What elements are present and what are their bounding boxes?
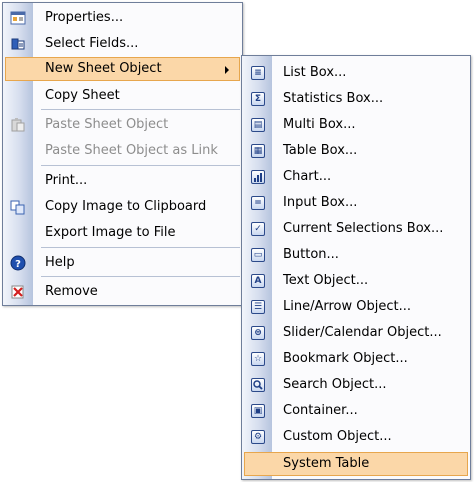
menu-item-new-sheet-object[interactable]: New Sheet Object [5,57,240,81]
menu-item-label: Properties... [45,10,124,25]
submenu-item-custom-object[interactable]: ⚙ Custom Object... [242,425,470,449]
menu-item-paste-sheet-object-as-link[interactable]: Paste Sheet Object as Link [3,139,242,163]
select-fields-icon [10,36,26,52]
menu-item-print[interactable]: Print... [3,169,242,193]
statistics-box-icon: Σ [251,92,265,106]
remove-icon [10,284,26,300]
menu-item-help[interactable]: ? Help [3,251,242,275]
menu-item-copy-image[interactable]: Copy Image to Clipboard [3,195,242,219]
copy-icon [10,199,26,215]
bookmark-star-icon: ☆ [251,352,265,366]
menu-item-label: Custom Object... [283,429,392,444]
submenu-item-slider-calendar-object[interactable]: ⊜ Slider/Calendar Object... [242,321,470,345]
slider-calendar-icon: ⊜ [251,326,265,340]
menu-item-label: Export Image to File [45,225,176,240]
submenu-item-input-box[interactable]: = Input Box... [242,191,470,215]
submenu-item-multi-box[interactable]: ▤ Multi Box... [242,113,470,137]
menu-item-label: Print... [45,173,88,188]
submenu-item-chart[interactable]: Chart... [242,165,470,189]
submenu-item-line-arrow-object[interactable]: ☰ Line/Arrow Object... [242,295,470,319]
input-box-icon: = [251,196,265,210]
menu-item-label: Select Fields... [45,36,139,51]
help-icon: ? [10,255,26,271]
menu-item-label: Current Selections Box... [283,221,444,236]
menu-item-export-image[interactable]: Export Image to File [3,221,242,245]
submenu-item-system-table[interactable]: System Table [244,452,468,476]
list-box-icon: ≡ [251,66,265,80]
menu-item-label: New Sheet Object [45,61,162,76]
submenu-item-statistics-box[interactable]: Σ Statistics Box... [242,87,470,111]
menu-separator [41,276,240,277]
menu-item-label: Copy Image to Clipboard [45,199,207,214]
current-selections-icon: ✓ [251,222,265,236]
menu-item-paste-sheet-object[interactable]: Paste Sheet Object [3,113,242,137]
menu-item-label: Copy Sheet [45,88,120,103]
submenu-item-list-box[interactable]: ≡ List Box... [242,61,470,85]
menu-item-label: Paste Sheet Object as Link [45,143,218,158]
multi-box-icon: ▤ [251,118,265,132]
menu-item-label: Bookmark Object... [283,351,408,366]
custom-object-gear-icon: ⚙ [251,430,265,444]
menu-item-label: Input Box... [283,195,358,210]
menu-item-label: Table Box... [283,143,358,158]
submenu-new-sheet-object: ≡ List Box... Σ Statistics Box... ▤ Mult… [241,55,471,480]
container-icon: ▣ [251,404,265,418]
menu-item-label: Paste Sheet Object [45,117,169,132]
properties-icon [10,10,26,26]
menu-item-label: Line/Arrow Object... [283,299,411,314]
table-box-icon: ▦ [251,144,265,158]
search-icon [251,378,265,392]
button-object-icon: ▭ [251,248,265,262]
chart-icon [251,170,265,184]
text-object-icon: A [251,274,265,288]
submenu-arrow-icon [225,66,229,74]
submenu-item-search-object[interactable]: Search Object... [242,373,470,397]
menu-item-label: Remove [45,284,98,299]
menu-item-label: List Box... [283,65,347,80]
menu-item-label: Slider/Calendar Object... [283,325,442,340]
menu-item-copy-sheet[interactable]: Copy Sheet [3,84,242,108]
menu-separator [41,247,240,248]
submenu-item-button[interactable]: ▭ Button... [242,243,470,267]
menu-item-select-fields[interactable]: Select Fields... [3,32,242,56]
menu-separator [41,165,240,166]
menu-item-label: Button... [283,247,339,262]
menu-item-label: Help [45,255,75,270]
menu-item-label: Container... [283,403,358,418]
submenu-item-current-selections-box[interactable]: ✓ Current Selections Box... [242,217,470,241]
submenu-item-container[interactable]: ▣ Container... [242,399,470,423]
submenu-item-text-object[interactable]: A Text Object... [242,269,470,293]
menu-item-label: Search Object... [283,377,387,392]
menu-item-label: Statistics Box... [283,91,384,106]
context-menu: Properties... Select Fields... New Sheet… [2,2,243,306]
line-arrow-icon: ☰ [251,300,265,314]
menu-item-properties[interactable]: Properties... [3,6,242,30]
submenu-item-table-box[interactable]: ▦ Table Box... [242,139,470,163]
paste-icon [10,117,26,133]
menu-item-label: Chart... [283,169,332,184]
menu-separator [41,109,240,110]
menu-item-label: Multi Box... [283,117,356,132]
svg-text:?: ? [15,259,21,270]
submenu-item-bookmark-object[interactable]: ☆ Bookmark Object... [242,347,470,371]
menu-item-label: System Table [283,456,370,471]
menu-item-label: Text Object... [283,273,369,288]
menu-item-remove[interactable]: Remove [3,280,242,304]
